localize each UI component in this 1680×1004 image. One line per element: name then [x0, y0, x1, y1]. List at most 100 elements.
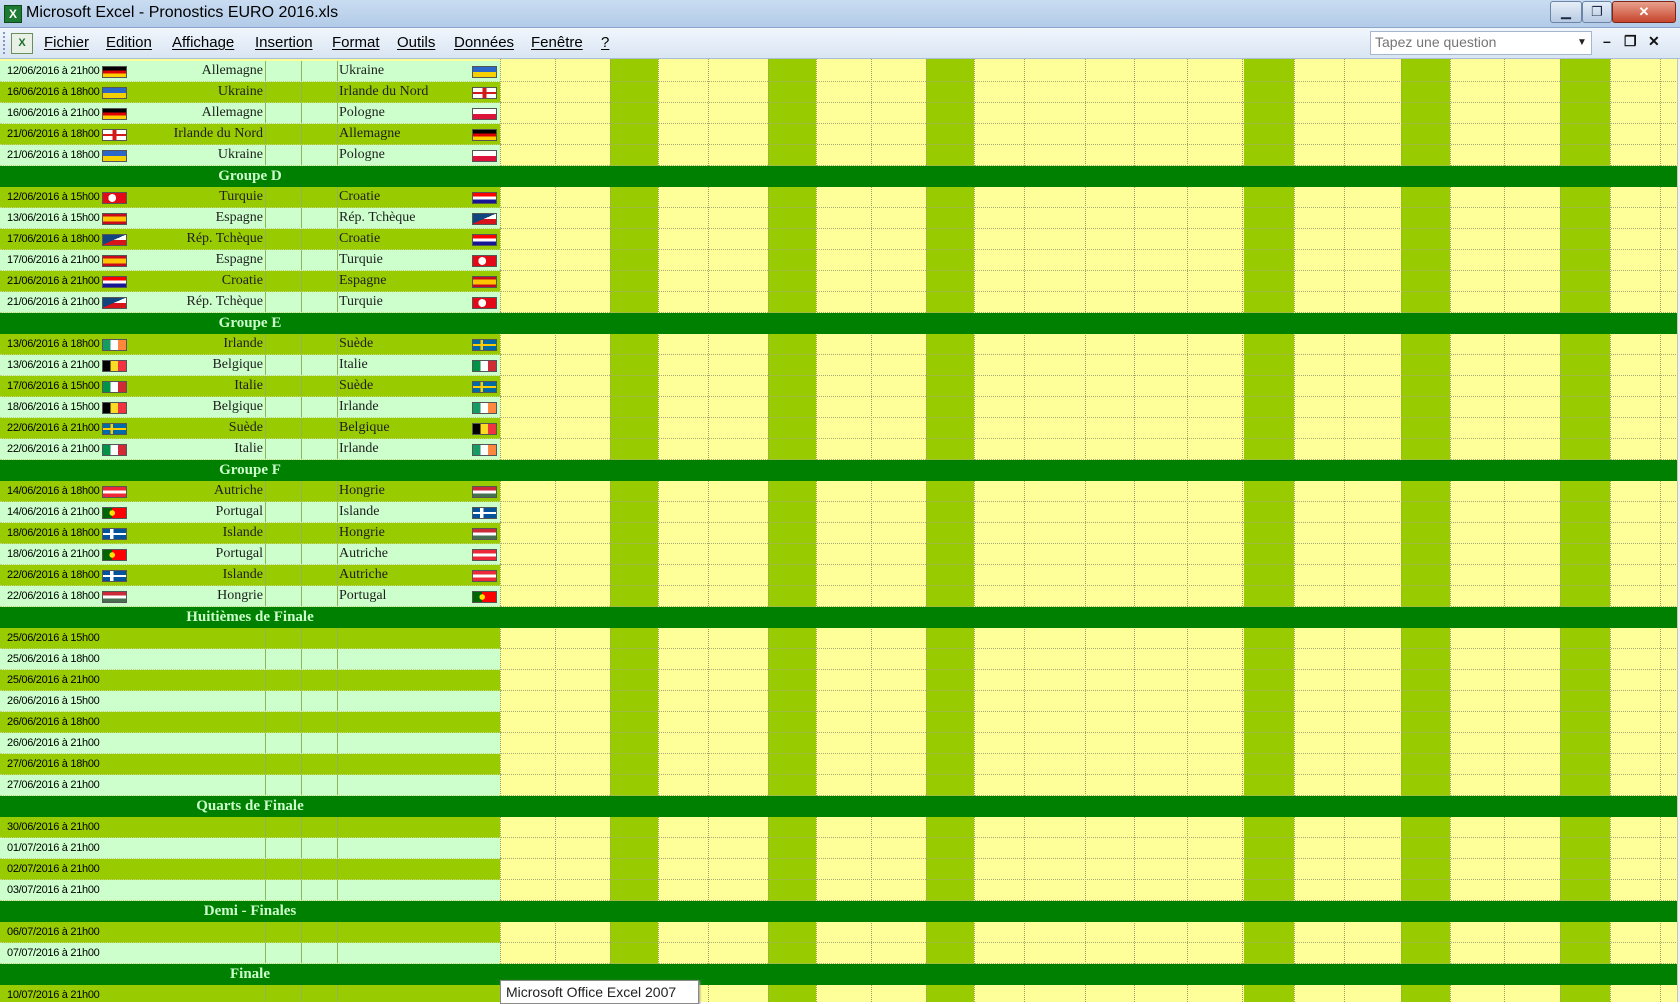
menu-help[interactable]: ?	[601, 34, 609, 51]
score-cell-divider	[301, 292, 302, 312]
match-date: 22/06/2016 à 18h00	[7, 569, 100, 581]
home-team: Espagne	[215, 252, 263, 267]
menu-format[interactable]: Format	[332, 34, 380, 51]
match-row[interactable]: 01/07/2016 à 21h00	[0, 838, 500, 859]
workbook-close-button[interactable]: ✕	[1648, 33, 1660, 50]
score-cell-divider	[265, 229, 266, 249]
match-row[interactable]: 21/06/2016 à 21h00 Rép. Tchèque Turquie	[0, 292, 500, 313]
score-cell-divider	[337, 292, 338, 312]
match-row[interactable]: 26/06/2016 à 21h00	[0, 733, 500, 754]
menu-edition[interactable]: Edition	[106, 34, 152, 51]
score-cell-divider	[265, 124, 266, 144]
maximize-button[interactable]: ❐	[1582, 1, 1612, 23]
grid-column-line	[1660, 59, 1661, 1002]
match-row[interactable]: 02/07/2016 à 21h00	[0, 859, 500, 880]
match-row[interactable]: 17/06/2016 à 21h00 Espagne Turquie	[0, 250, 500, 271]
match-row[interactable]: 21/06/2016 à 18h00 Ukraine Pologne	[0, 145, 500, 166]
score-cell-divider	[337, 943, 338, 963]
match-date: 02/07/2016 à 21h00	[7, 863, 100, 875]
close-button[interactable]: ✕	[1612, 1, 1676, 23]
match-row[interactable]: 12/06/2016 à 15h00 Turquie Croatie	[0, 187, 500, 208]
match-date: 22/06/2016 à 21h00	[7, 422, 100, 434]
match-row[interactable]: 22/06/2016 à 21h00 Suède Belgique	[0, 418, 500, 439]
highlight-column	[926, 59, 974, 1002]
score-cell-divider	[337, 397, 338, 417]
czech-flag-icon	[472, 213, 497, 225]
match-row[interactable]: 13/06/2016 à 15h00 Espagne Rép. Tchèque	[0, 208, 500, 229]
match-row[interactable]: 27/06/2016 à 18h00	[0, 754, 500, 775]
match-date: 13/06/2016 à 21h00	[7, 359, 100, 371]
match-row[interactable]: 17/06/2016 à 15h00 Italie Suède	[0, 376, 500, 397]
match-row[interactable]: 16/06/2016 à 18h00 Ukraine Irlande du Nord	[0, 82, 500, 103]
match-date: 27/06/2016 à 21h00	[7, 779, 100, 791]
match-row[interactable]: 25/06/2016 à 15h00	[0, 628, 500, 649]
match-date: 03/07/2016 à 21h00	[7, 884, 100, 896]
match-row[interactable]: 26/06/2016 à 18h00	[0, 712, 500, 733]
chevron-down-icon[interactable]: ▼	[1573, 32, 1591, 54]
match-row[interactable]: 16/06/2016 à 21h00 Allemagne Pologne	[0, 103, 500, 124]
menu-fenetre[interactable]: Fenêtre	[531, 34, 583, 51]
home-team: Rép. Tchèque	[186, 294, 263, 309]
score-cell-divider	[337, 859, 338, 879]
match-row[interactable]: 30/06/2016 à 21h00	[0, 817, 500, 838]
match-row[interactable]: 17/06/2016 à 18h00 Rép. Tchèque Croatie	[0, 229, 500, 250]
match-row[interactable]: 21/06/2016 à 21h00 Croatie Espagne	[0, 271, 500, 292]
match-row[interactable]: 18/06/2016 à 18h00 Islande Hongrie	[0, 523, 500, 544]
match-row[interactable]: 13/06/2016 à 21h00 Belgique Italie	[0, 355, 500, 376]
score-cell-divider	[265, 670, 266, 690]
home-team: Espagne	[215, 210, 263, 225]
match-row[interactable]: 13/06/2016 à 18h00 Irlande Suède	[0, 334, 500, 355]
match-row[interactable]: 26/06/2016 à 15h00	[0, 691, 500, 712]
match-row[interactable]: 18/06/2016 à 15h00 Belgique Irlande	[0, 397, 500, 418]
menu-fichier[interactable]: Fichier	[44, 34, 89, 51]
match-row[interactable]: 18/06/2016 à 21h00 Portugal Autriche	[0, 544, 500, 565]
minimize-button[interactable]: ▁	[1550, 1, 1582, 23]
score-cell-divider	[337, 376, 338, 396]
menu-donnees[interactable]: Données	[454, 34, 514, 51]
match-row[interactable]: 22/06/2016 à 18h00 Islande Autriche	[0, 565, 500, 586]
grid-column-line	[500, 59, 501, 1002]
score-cell-divider	[265, 187, 266, 207]
workbook-restore-button[interactable]: ❐	[1624, 33, 1637, 50]
workbook-icon[interactable]: X	[11, 33, 33, 54]
menu-outils[interactable]: Outils	[397, 34, 435, 51]
match-row[interactable]: 10/07/2016 à 21h00	[0, 985, 500, 1002]
italy-flag-icon	[102, 381, 127, 393]
toolbar-grip-handle[interactable]	[3, 32, 8, 54]
away-team: Croatie	[339, 231, 381, 246]
match-date: 01/07/2016 à 21h00	[7, 842, 100, 854]
workbook-minimize-button[interactable]: –	[1603, 33, 1611, 49]
menu-insertion[interactable]: Insertion	[255, 34, 313, 51]
match-date: 25/06/2016 à 15h00	[7, 632, 100, 644]
group-header: Groupe E	[0, 313, 1680, 334]
match-row[interactable]: 22/06/2016 à 18h00 Hongrie Portugal	[0, 586, 500, 607]
match-row[interactable]: 14/06/2016 à 18h00 Autriche Hongrie	[0, 481, 500, 502]
excel-app-icon[interactable]: X	[4, 5, 22, 23]
score-cell-divider	[301, 250, 302, 270]
match-row[interactable]: 14/06/2016 à 21h00 Portugal Islande	[0, 502, 500, 523]
match-row[interactable]: 27/06/2016 à 21h00	[0, 775, 500, 796]
match-row[interactable]: 06/07/2016 à 21h00	[0, 922, 500, 943]
grid-column-line	[1134, 59, 1135, 1002]
match-row[interactable]: 21/06/2016 à 18h00 Irlande du Nord Allemag…	[0, 124, 500, 145]
home-team: Islande	[222, 567, 263, 582]
score-cell-divider	[301, 586, 302, 606]
menu-affichage[interactable]: Affichage	[172, 34, 234, 51]
question-search-input[interactable]	[1371, 32, 1565, 52]
ukraine-flag-icon	[102, 87, 127, 99]
match-row[interactable]: 25/06/2016 à 18h00	[0, 649, 500, 670]
match-row[interactable]: 22/06/2016 à 21h00 Italie Irlande	[0, 439, 500, 460]
score-cell-divider	[301, 880, 302, 900]
app-tooltip: Microsoft Office Excel 2007	[500, 980, 699, 1004]
match-row[interactable]: 07/07/2016 à 21h00	[0, 943, 500, 964]
home-team: Portugal	[215, 504, 263, 519]
match-row[interactable]: 12/06/2016 à 21h00 Allemagne Ukraine	[0, 61, 500, 82]
match-row[interactable]: 25/06/2016 à 21h00	[0, 670, 500, 691]
match-date: 18/06/2016 à 18h00	[7, 527, 100, 539]
score-cell-divider	[265, 376, 266, 396]
match-row[interactable]: 03/07/2016 à 21h00	[0, 880, 500, 901]
grid-column-line	[871, 59, 872, 1002]
prediction-grid[interactable]	[500, 59, 1680, 1002]
grid-column-line	[1024, 59, 1025, 1002]
score-cell-divider	[337, 691, 338, 711]
